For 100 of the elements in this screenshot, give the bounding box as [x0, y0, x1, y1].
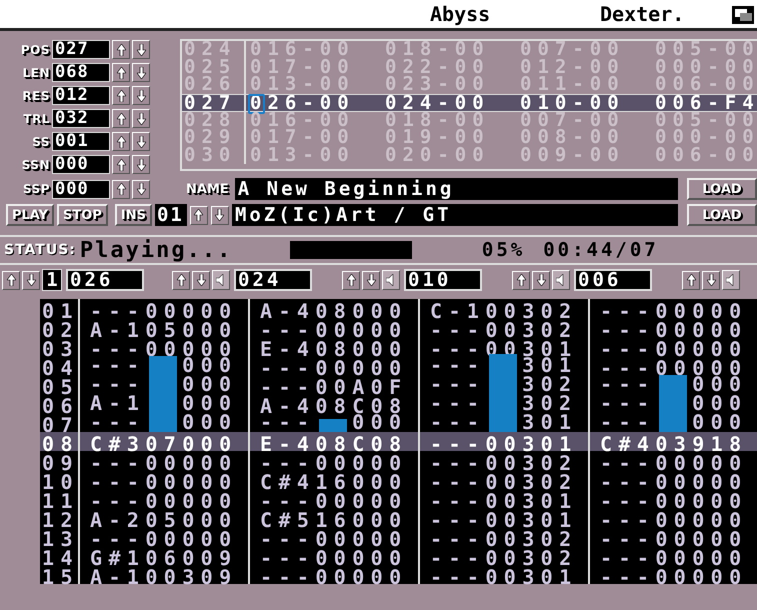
note-fragment[interactable]: --- — [90, 375, 146, 394]
note-fragment[interactable]: 000 — [692, 413, 748, 432]
note-fragment[interactable]: 000 — [352, 413, 408, 432]
note-cell[interactable]: ---00302 — [420, 546, 590, 565]
note-cell[interactable]: A-100309 — [80, 565, 250, 584]
note-fragment[interactable]: 000 — [182, 413, 238, 432]
track-entry[interactable]: 006-F4 — [651, 94, 757, 110]
note-fragment[interactable]: --- — [600, 413, 656, 432]
down-button[interactable] — [532, 270, 550, 290]
up-button[interactable] — [112, 86, 130, 105]
track-entry[interactable]: 024-00 — [381, 94, 516, 110]
down-button[interactable] — [132, 86, 150, 105]
track-field[interactable]: 024 — [234, 269, 312, 291]
note-cell[interactable]: ---00000 — [250, 527, 420, 546]
up-button[interactable] — [112, 180, 130, 198]
up-button[interactable] — [342, 270, 360, 290]
note-cell[interactable]: ---00000 — [590, 470, 757, 489]
up-button[interactable] — [190, 206, 208, 224]
note-fragment[interactable]: 000 — [182, 375, 238, 394]
down-button[interactable] — [132, 180, 150, 198]
note-fragment[interactable]: 000 — [182, 394, 238, 413]
note-fragment[interactable]: --- — [430, 413, 486, 432]
note-cell[interactable]: E-408C08 — [250, 432, 420, 451]
up-button[interactable] — [112, 40, 130, 59]
up-button[interactable] — [682, 270, 700, 290]
track-field[interactable]: 010 — [404, 269, 482, 291]
param-value[interactable]: 027 — [52, 40, 110, 59]
down-button[interactable] — [702, 270, 720, 290]
up-button[interactable] — [172, 270, 190, 290]
note-cell[interactable]: ---00000 — [250, 565, 420, 584]
note-cell[interactable]: ---00000 — [80, 470, 250, 489]
song-name-field[interactable]: A New Beginning — [234, 178, 678, 200]
param-value[interactable]: 068 — [52, 63, 110, 82]
note-cell[interactable]: ---00000 — [590, 508, 757, 527]
down-button[interactable] — [132, 63, 150, 82]
note-fragment[interactable]: --- — [90, 413, 146, 432]
note-fragment[interactable]: --- — [600, 375, 656, 394]
down-button[interactable] — [132, 155, 150, 174]
note-cell[interactable]: ---00000 — [590, 546, 757, 565]
instrument-name-field[interactable]: MoZ(Ic)Art / GT — [232, 204, 678, 226]
note-cell[interactable]: ---00000 — [590, 489, 757, 508]
note-fragment[interactable]: 302 — [522, 375, 578, 394]
mute-button[interactable] — [722, 270, 740, 290]
note-cell[interactable]: ---00302 — [420, 470, 590, 489]
down-button[interactable] — [192, 270, 210, 290]
note-cell[interactable]: ---00000 — [250, 489, 420, 508]
down-button[interactable] — [362, 270, 380, 290]
mute-button[interactable] — [212, 270, 230, 290]
note-fragment[interactable]: --- — [90, 356, 146, 375]
note-cell[interactable]: ---00302 — [420, 527, 590, 546]
note-fragment[interactable]: --- — [430, 356, 486, 375]
window-depth-icon[interactable] — [732, 6, 754, 24]
note-cell[interactable]: C#416000 — [250, 470, 420, 489]
mute-button[interactable] — [552, 270, 570, 290]
up-button[interactable] — [112, 155, 130, 174]
note-fragment[interactable]: 302 — [522, 394, 578, 413]
note-fragment[interactable]: 000 — [182, 356, 238, 375]
note-fragment[interactable]: 301 — [522, 356, 578, 375]
param-value[interactable]: 001 — [52, 132, 110, 151]
instrument-number[interactable]: 01 — [154, 204, 187, 226]
note-cell[interactable]: C#516000 — [250, 508, 420, 527]
track-entry[interactable]: 010-00 — [516, 94, 651, 110]
down-button[interactable] — [132, 132, 150, 151]
param-value[interactable]: 000 — [52, 155, 110, 174]
down-button[interactable] — [22, 270, 40, 290]
track-field[interactable]: 026 — [66, 269, 144, 291]
note-fragment[interactable]: 000 — [692, 394, 748, 413]
note-fragment[interactable]: 301 — [522, 413, 578, 432]
up-button[interactable] — [112, 63, 130, 82]
note-cell[interactable]: ---00000 — [590, 527, 757, 546]
note-fragment[interactable]: --- — [600, 394, 656, 413]
note-fragment[interactable]: --- — [430, 375, 486, 394]
note-fragment[interactable]: --- — [430, 394, 486, 413]
down-button[interactable] — [132, 109, 150, 128]
param-value[interactable]: 012 — [52, 86, 110, 105]
note-cell[interactable]: A-205000 — [80, 508, 250, 527]
up-button[interactable] — [112, 132, 130, 151]
down-button[interactable] — [132, 40, 150, 59]
note-cell[interactable]: ---00301 — [420, 489, 590, 508]
mute-button[interactable] — [382, 270, 400, 290]
note-cell[interactable]: ---00301 — [420, 432, 590, 451]
note-fragment[interactable]: 000 — [692, 375, 748, 394]
track-field[interactable]: 006 — [574, 269, 652, 291]
down-button[interactable] — [210, 206, 229, 224]
note-cell[interactable]: C#403918 — [590, 432, 757, 451]
note-fragment[interactable]: --- — [260, 413, 316, 432]
note-cell[interactable]: ---00000 — [590, 451, 757, 470]
channel-number[interactable]: 1 — [42, 269, 62, 291]
note-cell[interactable]: ---00000 — [80, 451, 250, 470]
note-cell[interactable]: G#106009 — [80, 546, 250, 565]
note-cell[interactable]: ---00000 — [80, 489, 250, 508]
note-cell[interactable]: C#307000 — [80, 432, 250, 451]
param-value[interactable]: 000 — [52, 180, 110, 198]
note-cell[interactable]: ---00302 — [420, 451, 590, 470]
up-button[interactable] — [112, 109, 130, 128]
note-cell[interactable]: ---00000 — [250, 451, 420, 470]
up-button[interactable] — [2, 270, 20, 290]
note-cell[interactable]: ---00301 — [420, 508, 590, 527]
up-button[interactable] — [512, 270, 530, 290]
note-fragment[interactable]: A-1 — [90, 394, 146, 413]
